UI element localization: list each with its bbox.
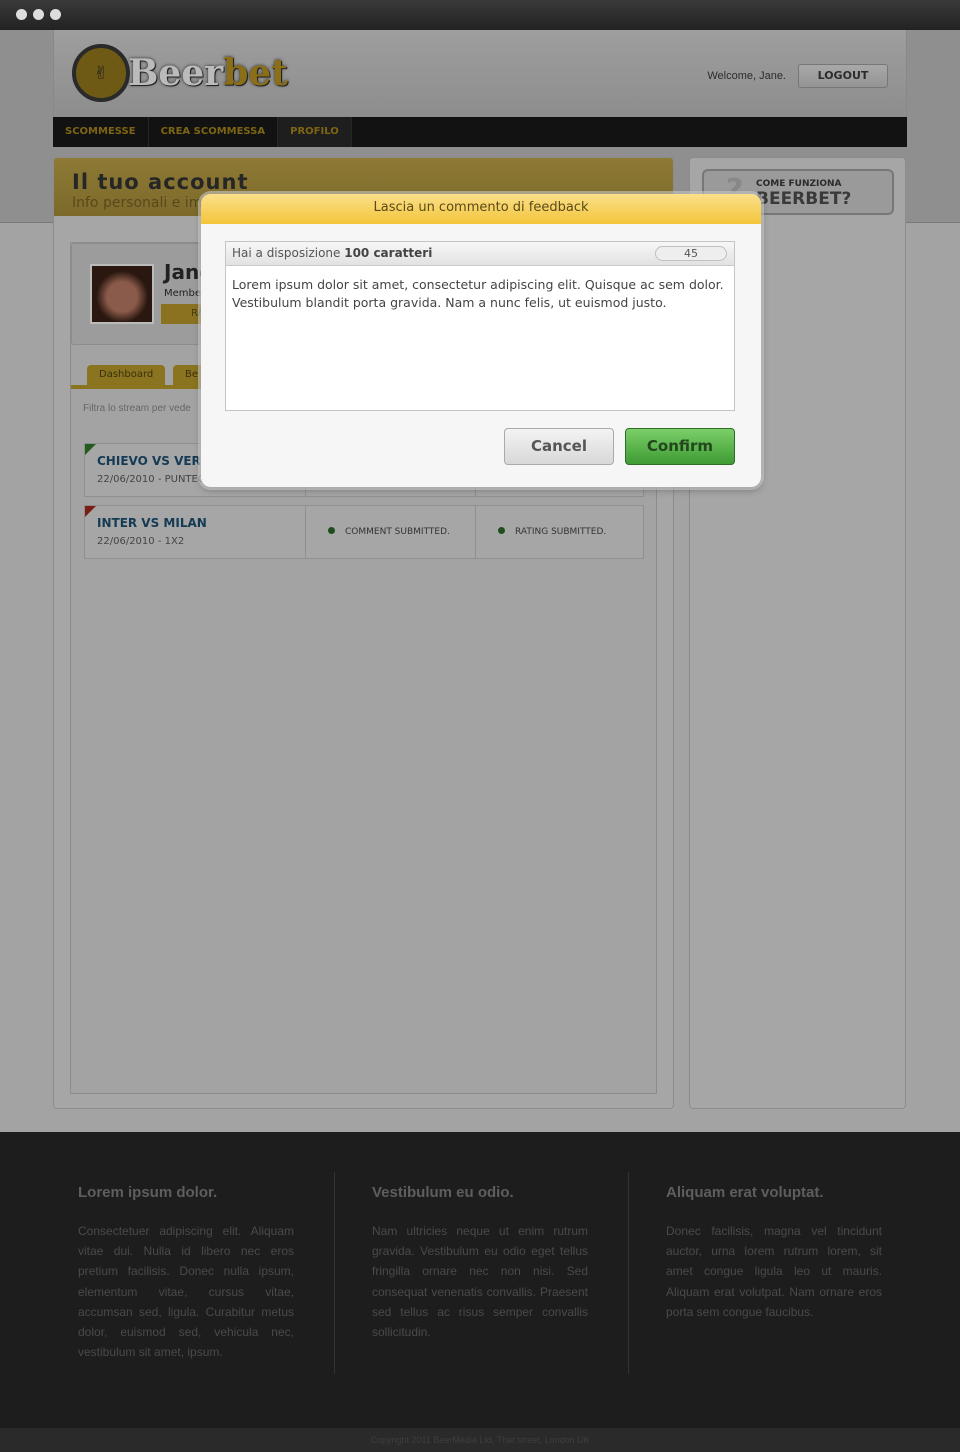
limit-text: Hai a disposizione — [232, 246, 345, 260]
copyright: Copyright 2011 BeerMedia Ltd, That stree… — [0, 1428, 960, 1452]
filter-text: Filtra lo stream per vede — [83, 403, 191, 414]
char-counter: 45 — [655, 246, 727, 261]
rating-status: RATING SUBMITTED. — [475, 506, 643, 558]
footer-column: Aliquam erat voluptat. Donec facilisis, m… — [666, 1184, 882, 1322]
nav-crea-scommessa[interactable]: CREA SCOMMESSA — [149, 117, 279, 147]
footer-heading: Vestibulum eu odio. — [372, 1184, 514, 1201]
footer-heading: Lorem ipsum dolor. — [78, 1184, 218, 1201]
footer-column: Vestibulum eu odio. Nam ultricies neque u… — [372, 1184, 588, 1342]
main-nav: SCOMMESSE CREA SCOMMESSA PROFILO — [53, 117, 907, 147]
logo-text-accent: bet — [223, 52, 288, 94]
footer-text: Consectetuer adipiscing elit. Aliquam vi… — [78, 1224, 294, 1360]
feedback-textarea[interactable]: Hai a disposizione 100 caratteri 45 Lore… — [225, 241, 735, 411]
feedback-text[interactable]: Lorem ipsum dolor sit amet, consectetur … — [226, 266, 734, 322]
beer-hand-icon: ✌ — [72, 44, 130, 102]
confirm-button[interactable]: Confirm — [625, 428, 735, 465]
page-title: Il tuo account — [72, 170, 249, 194]
comment-status-text: COMMENT SUBMITTED. — [345, 527, 450, 537]
logout-button[interactable]: LOGOUT — [798, 64, 888, 88]
match-date: 22/06/2010 - PUNTEG — [97, 474, 206, 485]
green-flag-icon — [85, 444, 96, 455]
window-close-dot[interactable] — [16, 9, 27, 20]
welcome-text: Welcome, Jane. — [707, 70, 786, 82]
footer-column: Lorem ipsum dolor. Consectetuer adipiscin… — [78, 1184, 294, 1362]
page-subtitle: Info personali e im — [72, 195, 203, 211]
match-date: 22/06/2010 - 1X2 — [97, 536, 185, 547]
nav-profilo[interactable]: PROFILO — [278, 117, 352, 147]
profile-member: Membe — [164, 288, 202, 299]
status-dot-icon — [498, 527, 505, 534]
match-row[interactable]: INTER VS MILAN 22/06/2010 - 1X2 COMMENT … — [84, 505, 644, 559]
browser-chrome — [0, 0, 960, 30]
match-title: INTER VS MILAN — [97, 516, 207, 530]
footer-divider — [334, 1172, 335, 1374]
how-line1: COME FUNZIONA — [756, 179, 842, 189]
match-title: CHIEVO VS VERO — [97, 454, 211, 468]
footer-heading: Aliquam erat voluptat. — [666, 1184, 824, 1201]
char-limit-bar: Hai a disposizione 100 caratteri 45 — [226, 242, 734, 266]
site-header: ✌ Beerbet Welcome, Jane. LOGOUT — [53, 30, 907, 117]
footer-text: Donec facilisis, magna vel tincidunt auc… — [666, 1224, 882, 1319]
footer: Lorem ipsum dolor. Consectetuer adipiscin… — [0, 1132, 960, 1428]
red-flag-icon — [85, 506, 96, 517]
logo[interactable]: ✌ Beerbet — [72, 44, 288, 102]
limit-bold: 100 caratteri — [344, 246, 433, 260]
avatar — [90, 264, 154, 324]
logo-text: Beer — [128, 52, 224, 94]
footer-divider — [628, 1172, 629, 1374]
footer-text: Nam ultricies neque ut enim rutrum gravi… — [372, 1224, 588, 1340]
how-line2: BEERBET? — [756, 189, 852, 209]
nav-scommesse[interactable]: SCOMMESSE — [53, 117, 149, 147]
window-minimize-dot[interactable] — [33, 9, 44, 20]
status-dot-icon — [328, 527, 335, 534]
feedback-modal: Lascia un commento di feedback Hai a dis… — [201, 194, 761, 487]
modal-title: Lascia un commento di feedback — [201, 194, 761, 224]
rating-status-text: RATING SUBMITTED. — [515, 527, 607, 537]
tab-dashboard[interactable]: Dashboard — [87, 365, 166, 385]
cancel-button[interactable]: Cancel — [504, 428, 614, 465]
window-maximize-dot[interactable] — [50, 9, 61, 20]
comment-status: COMMENT SUBMITTED. — [305, 506, 475, 558]
